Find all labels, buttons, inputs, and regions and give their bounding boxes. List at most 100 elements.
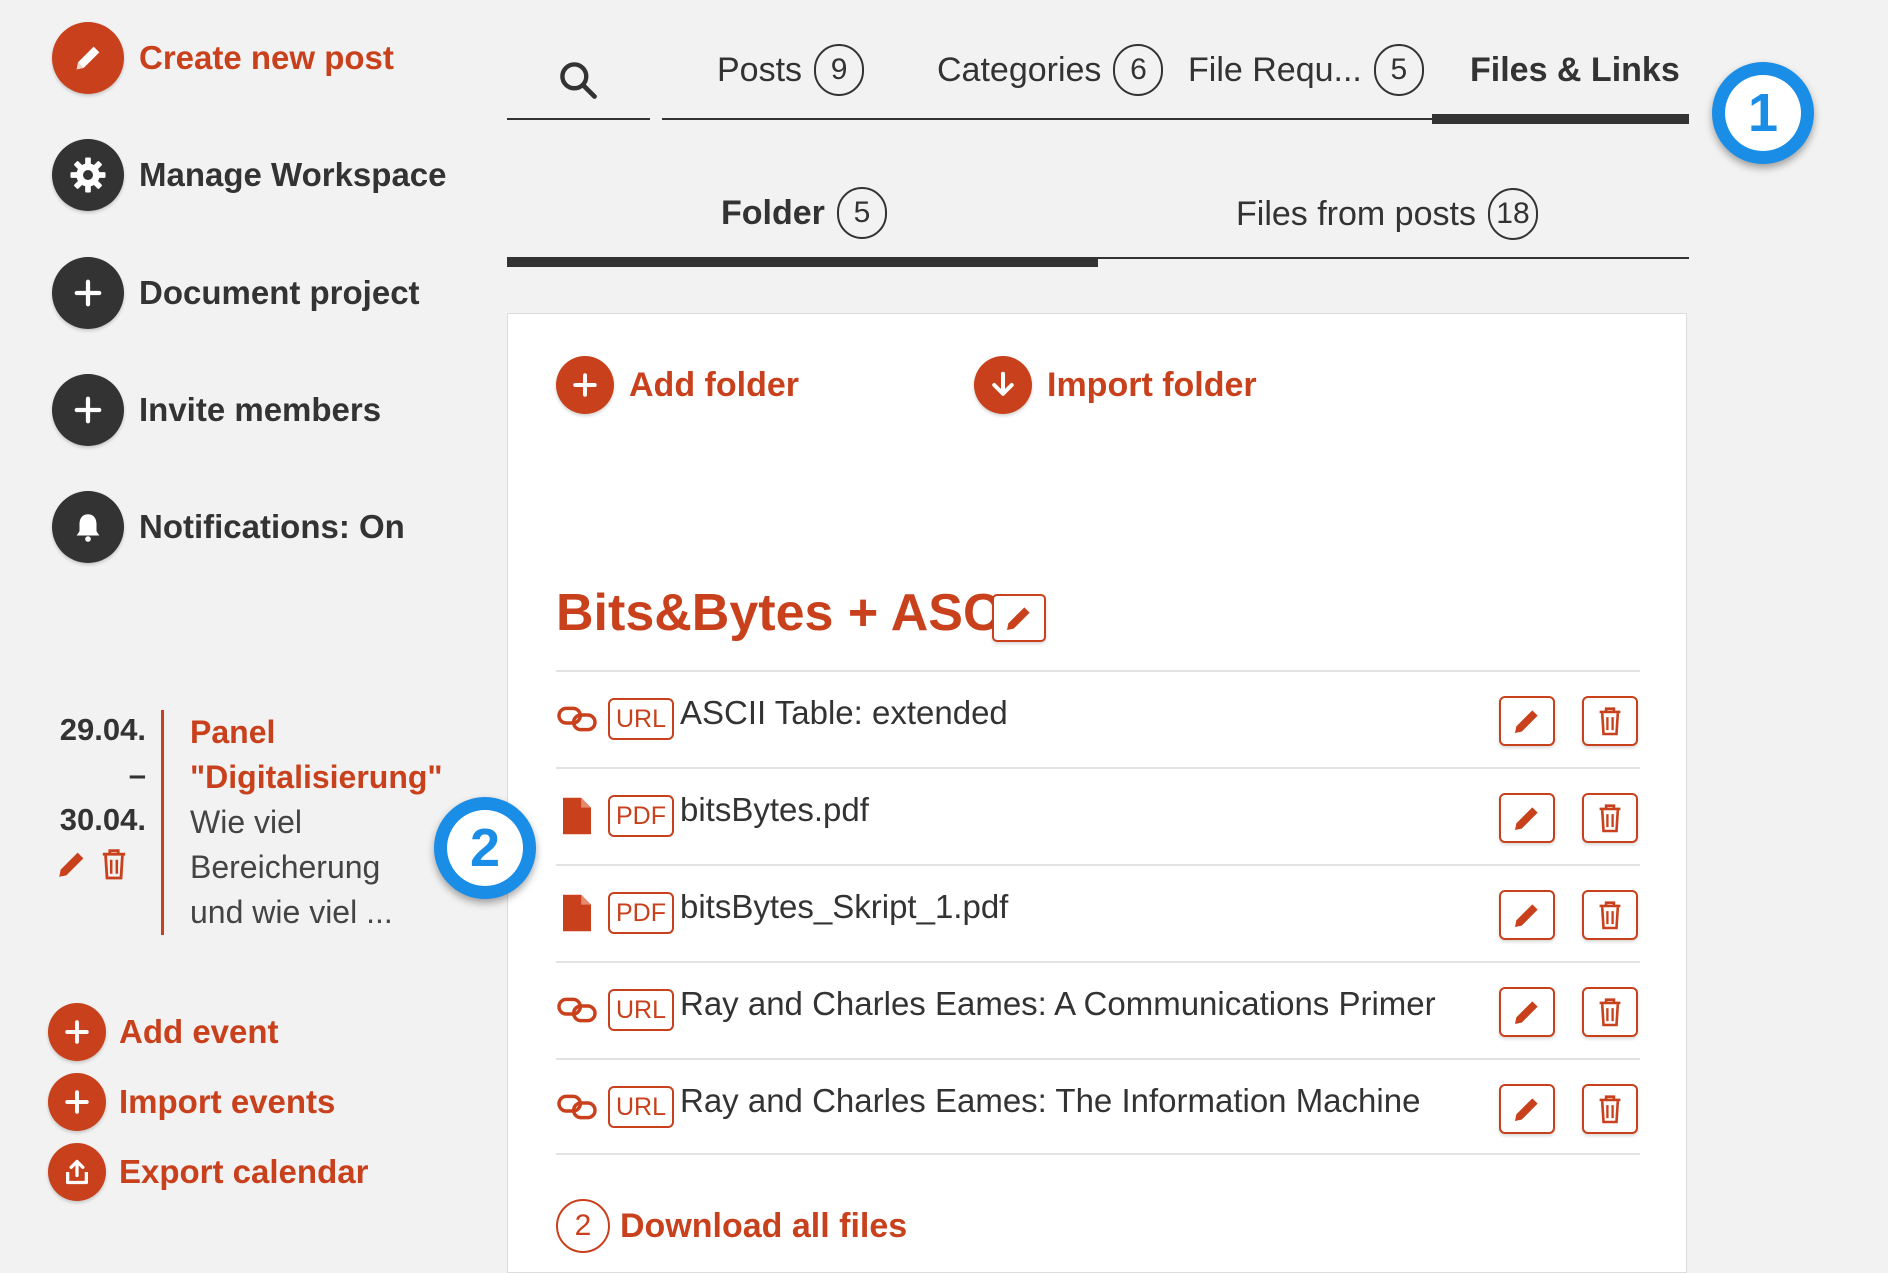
import-events-label: Import events <box>119 1083 336 1120</box>
trash-icon <box>1599 1095 1621 1124</box>
tab-file-requests-count: 5 <box>1373 44 1424 96</box>
trash-icon <box>1599 998 1621 1027</box>
event-divider <box>161 710 164 935</box>
pencil-icon <box>1515 710 1538 733</box>
event-item[interactable]: Panel "Digitalisierung" Wie viel Bereich… <box>190 710 450 935</box>
export-calendar-label: Export calendar <box>119 1153 369 1190</box>
event-edit-icon[interactable] <box>55 847 91 883</box>
file-name-link[interactable]: ASCII Table: extended <box>680 694 1008 732</box>
pencil-icon <box>1007 607 1030 630</box>
tab-posts[interactable]: Posts 9 <box>717 40 865 100</box>
subtab-files-from-posts[interactable]: Files from posts 18 <box>1236 184 1538 244</box>
add-folder-button[interactable]: Add folder <box>556 356 799 414</box>
delete-file-button[interactable] <box>1582 1084 1638 1134</box>
file-type-badge: URL <box>608 989 675 1031</box>
manage-workspace-button[interactable]: Manage Workspace <box>52 139 447 211</box>
event-delete-icon[interactable] <box>100 847 130 883</box>
trash-icon <box>1599 707 1621 736</box>
edit-file-button[interactable] <box>1499 793 1555 843</box>
link-icon <box>556 698 598 740</box>
add-event-button[interactable]: Add event <box>48 1003 279 1061</box>
subtab-files-from-posts-label: Files from posts <box>1236 194 1476 233</box>
file-list-divider <box>556 1153 1640 1155</box>
link-icon <box>556 1086 598 1128</box>
notifications-label: Notifications: On <box>139 508 405 545</box>
file-name-link[interactable]: bitsBytes_Skript_1.pdf <box>680 888 1008 926</box>
file-row[interactable]: URL Ray and Charles Eames: A Communicati… <box>556 961 1640 1057</box>
subtab-folder[interactable]: Folder 5 <box>721 183 887 243</box>
download-count: 2 <box>556 1199 610 1253</box>
subtab-folder-label: Folder <box>721 193 825 232</box>
file-row[interactable]: URL ASCII Table: extended <box>556 670 1640 766</box>
document-project-button[interactable]: Document project <box>52 257 420 329</box>
plus-icon <box>556 356 614 414</box>
export-icon <box>48 1143 106 1201</box>
callout-number-1: 1 <box>1725 75 1801 151</box>
callout-marker-1: 1 <box>1712 62 1814 164</box>
file-icon <box>556 892 598 934</box>
link-icon <box>556 989 598 1031</box>
download-all-files-label: Download all files <box>620 1206 908 1245</box>
file-type-badge: URL <box>608 698 675 740</box>
tab-files-links-active-indicator <box>1432 114 1689 124</box>
tab-posts-count: 9 <box>814 44 865 96</box>
file-row[interactable]: URL Ray and Charles Eames: The Informati… <box>556 1058 1640 1154</box>
subtab-files-from-posts-count: 18 <box>1487 188 1538 240</box>
import-events-button[interactable]: Import events <box>48 1073 335 1131</box>
pencil-icon <box>1515 904 1538 927</box>
event-date-end: 30.04. <box>59 802 146 837</box>
tab-file-requests[interactable]: File Requ... 5 <box>1188 40 1424 100</box>
file-name-link[interactable]: Ray and Charles Eames: A Communications … <box>680 985 1436 1023</box>
trash-icon <box>1599 804 1621 833</box>
file-row[interactable]: PDF bitsBytes.pdf <box>556 767 1640 863</box>
event-desc-line1: Wie viel <box>190 804 303 840</box>
tab-categories[interactable]: Categories 6 <box>937 40 1164 100</box>
edit-file-button[interactable] <box>1499 1084 1555 1134</box>
tab-files-links-label: Files & Links <box>1470 50 1680 89</box>
invite-members-button[interactable]: Invite members <box>52 374 381 446</box>
export-calendar-button[interactable]: Export calendar <box>48 1143 368 1201</box>
tab-categories-label: Categories <box>937 50 1102 89</box>
notifications-toggle[interactable]: Notifications: On <box>52 491 405 563</box>
plus-icon <box>48 1073 106 1131</box>
callout-marker-2: 2 <box>434 797 536 899</box>
download-all-files-button[interactable]: 2 Download all files <box>556 1199 907 1253</box>
import-folder-button[interactable]: Import folder <box>974 356 1257 414</box>
edit-file-button[interactable] <box>1499 987 1555 1037</box>
file-icon <box>556 795 598 837</box>
plus-icon <box>48 1003 106 1061</box>
event-title-line1: Panel <box>190 714 276 750</box>
pencil-icon <box>1515 1098 1538 1121</box>
create-new-post-label: Create new post <box>139 39 394 76</box>
delete-file-button[interactable] <box>1582 987 1638 1037</box>
tab-files-links[interactable]: Files & Links <box>1470 40 1680 100</box>
pencil-icon <box>52 22 124 94</box>
create-new-post-button[interactable]: Create new post <box>52 22 394 94</box>
delete-file-button[interactable] <box>1582 890 1638 940</box>
gear-icon <box>52 139 124 211</box>
add-event-label: Add event <box>119 1013 279 1050</box>
edit-file-button[interactable] <box>1499 696 1555 746</box>
edit-file-button[interactable] <box>1499 890 1555 940</box>
bell-icon <box>52 491 124 563</box>
search-icon[interactable] <box>556 58 604 106</box>
file-name-link[interactable]: Ray and Charles Eames: The Information M… <box>680 1082 1420 1120</box>
event-date-start: 29.04. <box>59 712 146 747</box>
event-title-line2: "Digitalisierung" <box>190 759 443 795</box>
delete-file-button[interactable] <box>1582 696 1638 746</box>
event-desc-line2: Bereicherung <box>190 849 381 885</box>
file-type-badge: URL <box>608 1086 675 1128</box>
pencil-icon <box>1515 1001 1538 1024</box>
tab-categories-count: 6 <box>1113 44 1164 96</box>
edit-folder-button[interactable] <box>992 594 1046 642</box>
arrow-down-icon <box>974 356 1032 414</box>
file-type-badge: PDF <box>608 892 674 934</box>
file-row[interactable]: PDF bitsBytes_Skript_1.pdf <box>556 864 1640 960</box>
manage-workspace-label: Manage Workspace <box>139 156 447 193</box>
file-name-link[interactable]: bitsBytes.pdf <box>680 791 869 829</box>
tab-file-requests-label: File Requ... <box>1188 50 1362 89</box>
delete-file-button[interactable] <box>1582 793 1638 843</box>
tab-posts-label: Posts <box>717 50 803 89</box>
event-desc-line3: und wie viel ... <box>190 894 393 930</box>
document-project-label: Document project <box>139 274 420 311</box>
